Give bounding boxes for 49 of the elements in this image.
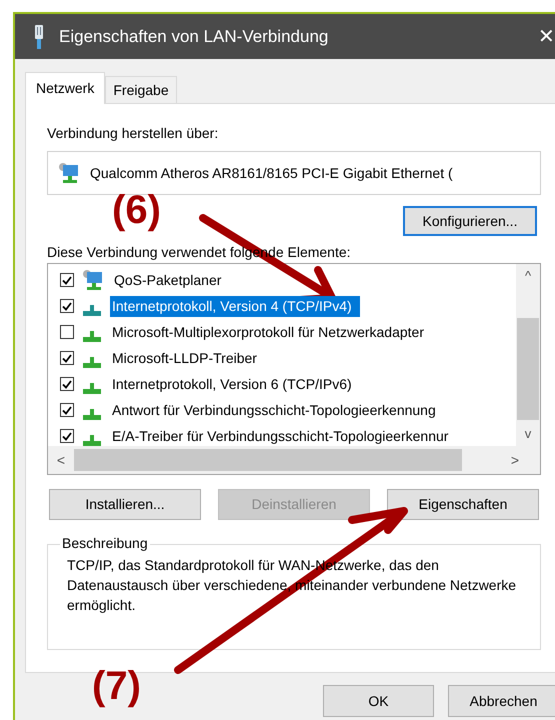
- network-protocol-icon: [82, 305, 102, 317]
- checkbox[interactable]: [60, 325, 74, 339]
- scroll-up-button[interactable]: ^: [524, 264, 532, 288]
- list-item[interactable]: QoS-Paketplaner: [112, 270, 224, 290]
- check-icon: [62, 276, 72, 284]
- check-icon: [62, 432, 72, 440]
- network-monitor-icon: [82, 269, 104, 291]
- close-button[interactable]: ✕: [538, 22, 555, 52]
- check-icon: [62, 406, 72, 414]
- network-protocol-icon: [82, 409, 102, 421]
- list-item[interactable]: Antwort für Verbindungsschicht-Topologieerkennung: [110, 400, 438, 420]
- action-button[interactable]: Eigenschaften: [387, 489, 539, 520]
- list-item[interactable]: Internetprotokoll, Version 6 (TCP/IPv6): [110, 374, 354, 394]
- configure-button[interactable]: Konfigurieren...: [403, 206, 537, 236]
- scroll-right-button[interactable]: >: [490, 450, 540, 470]
- checkbox[interactable]: [60, 273, 74, 287]
- list-item[interactable]: Internetprotokoll, Version 4 (TCP/IPv4): [110, 296, 360, 316]
- list-item[interactable]: E/A-Treiber für Verbindungsschicht-Topologieerkennur: [110, 426, 450, 446]
- network-protocol-icon: [82, 357, 102, 369]
- network-protocol-icon: [82, 331, 102, 343]
- connect-label: Verbindung herstellen über:: [47, 124, 220, 143]
- checkbox[interactable]: [60, 403, 74, 417]
- scroll-down-button[interactable]: v: [524, 422, 532, 446]
- network-protocol-icon: [82, 383, 102, 395]
- scroll-thumb[interactable]: [74, 449, 462, 471]
- check-icon: [62, 302, 72, 310]
- annotation-label: (7): [92, 664, 141, 708]
- check-icon: [62, 354, 72, 362]
- network-cable-icon: [33, 24, 45, 48]
- adapter-field: Qualcomm Atheros AR8161/8165 PCI-E Gigabit Ethernet (: [47, 151, 541, 195]
- tab[interactable]: Netzwerk: [25, 72, 106, 104]
- network-protocol-icon: [82, 435, 102, 446]
- horizontal-scrollbar[interactable]: < >: [48, 446, 540, 474]
- dialog-button[interactable]: OK: [323, 685, 434, 717]
- checkbox[interactable]: [60, 299, 74, 313]
- dialog-button[interactable]: Abbrechen: [448, 685, 555, 717]
- checkbox[interactable]: [60, 377, 74, 391]
- list-item[interactable]: Microsoft-LLDP-Treiber: [110, 348, 259, 368]
- checkbox[interactable]: [60, 351, 74, 365]
- window-title: Eigenschaften von LAN-Verbindung: [59, 26, 328, 48]
- scroll-left-button[interactable]: <: [48, 450, 74, 470]
- tab[interactable]: Freigabe: [105, 76, 177, 103]
- checkbox[interactable]: [60, 429, 74, 443]
- vertical-scrollbar[interactable]: ^ v: [516, 264, 540, 446]
- scroll-thumb[interactable]: [517, 318, 539, 420]
- list-item[interactable]: Microsoft-Multiplexorprotokoll für Netzwerkadapter: [110, 322, 426, 342]
- action-button[interactable]: Installieren...: [49, 489, 201, 520]
- network-monitor-icon: [58, 162, 80, 184]
- check-icon: [62, 380, 72, 388]
